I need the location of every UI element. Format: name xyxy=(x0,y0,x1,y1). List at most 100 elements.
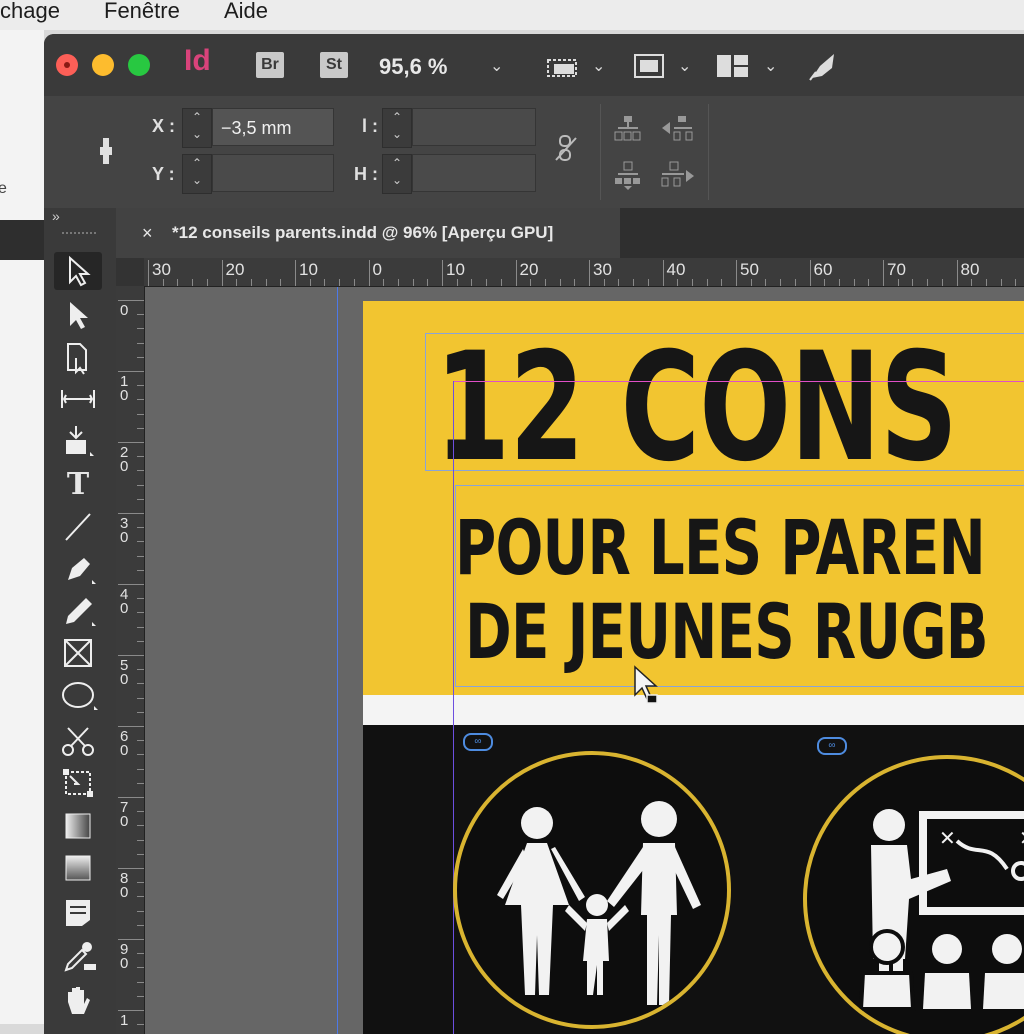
arrange-documents-icon[interactable] xyxy=(716,54,750,78)
link-badge-icon[interactable]: ∞ xyxy=(463,733,493,751)
background-text: e xyxy=(0,180,7,197)
x-stepper[interactable]: ⌃ ⌄ xyxy=(182,108,212,148)
family-icon[interactable] xyxy=(453,751,731,1029)
ruler-minor-tick xyxy=(137,456,144,458)
select-content-icon[interactable] xyxy=(614,160,642,190)
menu-item-fenetre[interactable]: Fenêtre xyxy=(104,0,180,24)
y-position-field[interactable] xyxy=(212,154,334,192)
coach-whiteboard-icon[interactable]: ✕ ✕ xyxy=(803,755,1024,1034)
eyedropper-tool[interactable] xyxy=(54,938,102,976)
ruler-minor-tick xyxy=(780,279,782,286)
zoom-window-button[interactable] xyxy=(128,54,150,76)
ruler-minor-tick xyxy=(137,612,144,614)
close-tab-icon[interactable]: × xyxy=(142,208,153,258)
family-pictogram xyxy=(497,801,701,1005)
gradient-feather-tool[interactable] xyxy=(54,850,102,888)
ruler-minor-tick xyxy=(137,896,144,898)
horizontal-ruler[interactable]: 30 20 10 0 10 20 30 40 50 60 70 80 xyxy=(144,258,1024,287)
ruler-minor-tick xyxy=(853,279,855,286)
ruler-minor-tick xyxy=(137,385,144,387)
zoom-dropdown-chevron-icon[interactable]: ⌄ xyxy=(490,56,503,76)
ruler-minor-tick xyxy=(339,279,341,286)
pasteboard[interactable]: 12 CONS POUR LES PAREN DE JEUNES RUGB ∞ … xyxy=(145,287,1024,1034)
type-tool[interactable]: T xyxy=(54,466,102,504)
line-icon xyxy=(65,513,91,541)
width-stepper[interactable]: ⌃ ⌄ xyxy=(382,108,412,148)
document-page[interactable]: 12 CONS POUR LES PAREN DE JEUNES RUGB ∞ … xyxy=(363,301,1024,1034)
ruler-minor-tick xyxy=(824,279,826,286)
ellipse-tool[interactable] xyxy=(54,676,102,714)
view-options-chevron-icon[interactable]: ⌄ xyxy=(678,56,691,76)
scissors-tool[interactable] xyxy=(54,722,102,760)
height-stepper[interactable]: ⌃ ⌄ xyxy=(382,154,412,194)
ruler-origin[interactable] xyxy=(116,258,144,286)
svg-text:✕: ✕ xyxy=(939,826,956,850)
selection-tool[interactable] xyxy=(54,252,102,290)
minimize-window-button[interactable] xyxy=(92,54,114,76)
y-stepper[interactable]: ⌃ ⌄ xyxy=(182,154,212,194)
vertical-ruler[interactable]: 0 10 20 30 40 50 60 70 80 90 1 xyxy=(116,286,145,1034)
menu-item-affichage[interactable]: chage xyxy=(0,0,60,24)
view-options-icon[interactable] xyxy=(632,52,666,80)
margin-guide-left[interactable] xyxy=(453,381,454,1034)
panel-grip[interactable] xyxy=(62,232,96,238)
ruler-minor-tick xyxy=(137,470,144,472)
tools-panel: » T xyxy=(44,208,117,1034)
ruler-minor-tick xyxy=(324,279,326,286)
ruler-tick xyxy=(809,260,811,286)
bridge-button[interactable]: Br xyxy=(256,52,284,78)
menu-item-aide[interactable]: Aide xyxy=(224,0,268,24)
pencil-tool[interactable] xyxy=(54,592,102,630)
ruler-label: 1 xyxy=(120,1012,129,1029)
line-tool[interactable] xyxy=(54,508,102,546)
ruler-minor-tick xyxy=(427,279,429,286)
arrange-documents-chevron-icon[interactable]: ⌄ xyxy=(764,56,777,76)
ruler-minor-tick xyxy=(137,740,144,742)
x-position-field[interactable]: −3,5 mm xyxy=(212,108,334,146)
free-transform-tool[interactable] xyxy=(54,764,102,802)
link-badge-icon[interactable]: ∞ xyxy=(817,737,847,755)
ruler-minor-tick xyxy=(912,279,914,286)
page-icon xyxy=(67,343,87,375)
margin-guide-top[interactable] xyxy=(453,381,1024,382)
page-tool[interactable] xyxy=(54,338,102,376)
ruler-tick xyxy=(515,260,517,286)
collapse-panel-button[interactable]: » xyxy=(52,208,60,224)
direct-selection-tool[interactable] xyxy=(54,296,102,334)
gradient-swatch-tool[interactable] xyxy=(54,808,102,846)
screen-mode-icon[interactable] xyxy=(544,52,580,80)
ruler-minor-tick xyxy=(985,279,987,286)
stock-button[interactable]: St xyxy=(320,52,348,78)
constrain-proportions-icon[interactable] xyxy=(554,134,578,164)
ruler-tick xyxy=(118,300,144,301)
subtitle-text-frame[interactable] xyxy=(455,485,1024,687)
ruler-minor-tick xyxy=(265,279,267,286)
background-dark-strip xyxy=(0,220,44,260)
width-field[interactable] xyxy=(412,108,536,146)
ruler-minor-tick xyxy=(765,279,767,286)
select-next-object-icon[interactable] xyxy=(660,160,696,190)
hand-tool[interactable] xyxy=(54,982,102,1020)
pen-tool[interactable] xyxy=(54,550,102,588)
rectangle-frame-tool[interactable] xyxy=(54,634,102,672)
ruler-minor-tick xyxy=(486,279,488,286)
select-previous-object-icon[interactable] xyxy=(660,114,696,144)
headline-text-frame[interactable] xyxy=(425,333,1024,471)
column-guide[interactable] xyxy=(337,287,338,1034)
ruler-minor-tick xyxy=(647,279,649,286)
close-window-button[interactable] xyxy=(56,54,78,76)
publish-online-icon[interactable] xyxy=(806,50,840,82)
ruler-label: 0 xyxy=(372,260,382,279)
menu-bar: chage Fenêtre Aide xyxy=(0,0,1024,30)
height-field[interactable] xyxy=(412,154,536,192)
ruler-minor-tick xyxy=(500,279,502,286)
screen-mode-chevron-icon[interactable]: ⌄ xyxy=(592,56,605,76)
content-collector-tool[interactable] xyxy=(54,422,102,460)
reference-point-icon[interactable] xyxy=(100,136,112,166)
gap-tool[interactable] xyxy=(54,380,102,418)
document-tab[interactable]: × *12 conseils parents.indd @ 96% [Aperç… xyxy=(116,208,620,258)
zoom-level[interactable]: 95,6 % xyxy=(379,54,448,80)
note-tool[interactable] xyxy=(54,894,102,932)
select-container-icon[interactable] xyxy=(614,114,642,144)
ruler-minor-tick xyxy=(137,413,144,415)
